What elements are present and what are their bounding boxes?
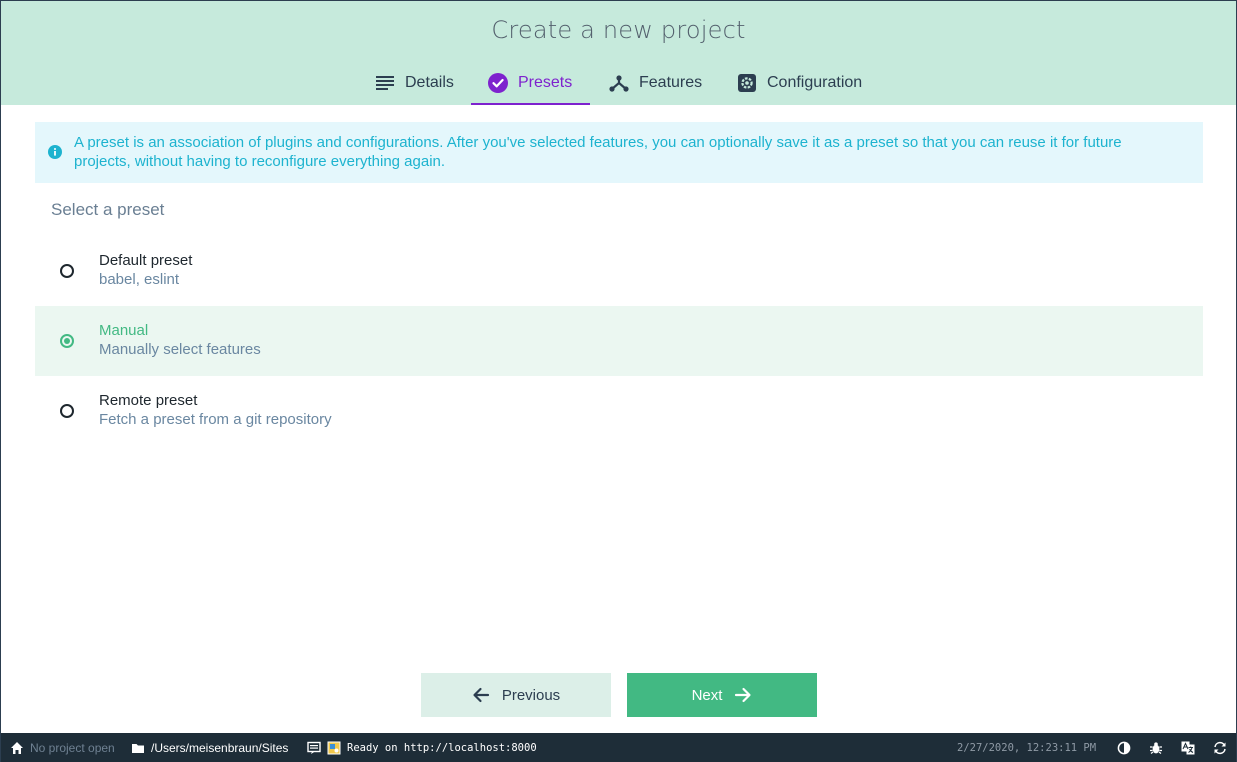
preset-name: Default preset [99, 252, 193, 269]
arrow-left-icon [472, 686, 490, 704]
datetime-label: 2/27/2020, 12:23:11 PM [957, 741, 1097, 754]
radio-button[interactable] [60, 264, 74, 278]
page-title: Create a new project [491, 16, 746, 44]
tab-features-label: Features [639, 74, 703, 91]
tab-details[interactable]: Details [375, 61, 454, 105]
list-icon [375, 73, 395, 93]
tab-features[interactable]: Features [609, 61, 702, 105]
refresh-button[interactable] [1213, 733, 1233, 762]
project-status-label: No project open [30, 740, 115, 755]
datetime: 2/27/2020, 12:23:11 PM [957, 733, 1096, 762]
fork-icon [609, 73, 629, 93]
settings-icon [737, 73, 757, 93]
tab-details-label: Details [405, 74, 454, 91]
arrow-right-icon [734, 686, 752, 704]
previous-button[interactable]: Previous [421, 673, 611, 717]
info-text: A preset is an association of plugins an… [74, 134, 1122, 170]
current-folder-label: /Users/meisenbraun/Sites [151, 740, 289, 755]
project-status[interactable]: No project open [10, 733, 115, 762]
tab-configuration[interactable]: Configuration [737, 61, 862, 105]
current-folder[interactable]: /Users/meisenbraun/Sites [131, 733, 288, 762]
translate-icon [1181, 741, 1195, 755]
tab-configuration-label: Configuration [767, 74, 863, 91]
preset-description: Manually select features [99, 341, 261, 358]
radio-button-selected[interactable] [60, 334, 74, 348]
preset-option-manual[interactable]: Manual Manually select features [35, 306, 1203, 376]
bug-icon [1149, 741, 1163, 755]
info-icon [48, 145, 62, 159]
report-bug-button[interactable] [1149, 733, 1169, 762]
tab-bar: Details Presets Features Configuration [0, 61, 1237, 105]
preset-description: Fetch a preset from a git repository [99, 411, 332, 428]
next-button[interactable]: Next [627, 673, 817, 717]
console-icon [307, 741, 321, 755]
home-icon [10, 741, 24, 755]
next-label: Next [691, 686, 723, 704]
refresh-icon [1213, 741, 1227, 755]
preset-name: Remote preset [99, 392, 198, 409]
tab-presets[interactable]: Presets [470, 61, 591, 105]
check-circle-icon [488, 73, 508, 93]
preset-description: babel, eslint [99, 271, 180, 288]
header: Create a new project Details Presets Fea… [0, 0, 1237, 105]
status-bar: No project open /Users/meisenbraun/Sites… [0, 733, 1237, 762]
radio-button[interactable] [60, 404, 74, 418]
preset-option-default[interactable]: Default preset babel, eslint [35, 236, 1203, 306]
dark-mode-toggle[interactable] [1117, 733, 1137, 762]
folder-icon [131, 741, 145, 755]
contrast-icon [1117, 741, 1131, 755]
section-title: Select a preset [51, 200, 165, 219]
log-status[interactable]: Ready on http://localhost:8000 [307, 733, 537, 762]
tab-presets-label: Presets [518, 74, 573, 91]
info-banner: A preset is an association of plugins an… [35, 122, 1203, 183]
previous-label: Previous [501, 686, 561, 704]
log-message: Ready on http://localhost:8000 [347, 741, 537, 754]
log-image-icon [327, 741, 341, 755]
preset-option-remote[interactable]: Remote preset Fetch a preset from a git … [35, 376, 1203, 446]
language-button[interactable] [1181, 733, 1201, 762]
preset-name: Manual [99, 322, 149, 339]
